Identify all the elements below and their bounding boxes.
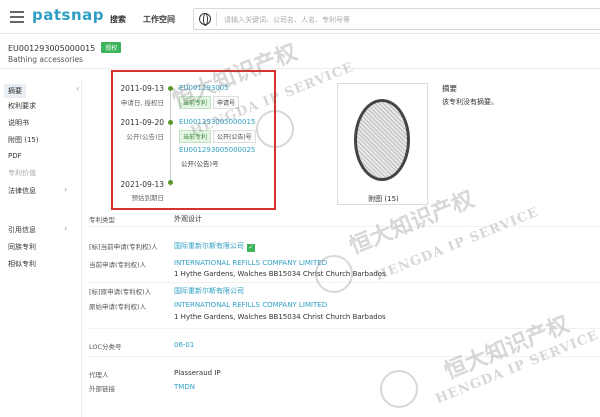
sidebar: 摘要 权利要求 说明书 附图 (15) PDF 专利价值 法律信息 › 引用信息…	[0, 78, 82, 417]
sidebar-item-similar[interactable]: 相似专利	[8, 259, 36, 269]
drawing-caption: 附图 (15)	[368, 195, 399, 203]
field-label: [标]原申请(专利权)人	[89, 288, 152, 296]
logo[interactable]: patsnap	[32, 6, 104, 24]
menu-icon[interactable]	[10, 11, 24, 23]
sidebar-item-family[interactable]: 同族专利	[8, 242, 36, 252]
top-bar: patsnap 搜索 工作空间 请输入关键词、公司名、人名、专利号等	[0, 0, 600, 34]
verified-icon: ✓	[247, 244, 255, 252]
divider	[0, 68, 600, 69]
chevron-right-icon[interactable]: ›	[64, 185, 67, 194]
external-link[interactable]: TMDN	[174, 383, 195, 391]
field-label: 原始申请(专利权)人	[89, 303, 147, 311]
sidebar-item-claims[interactable]: 权利要求	[8, 101, 36, 111]
field-label: 专利类型	[89, 216, 115, 224]
current-assignee-name[interactable]: 国际重新尔斯有限公司	[174, 242, 244, 250]
search-input[interactable]: 请输入关键词、公司名、人名、专利号等	[193, 8, 600, 30]
abstract-title: 摘要	[442, 84, 457, 93]
field-label: 当前申请(专利权)人	[89, 261, 147, 269]
current-assignee-link[interactable]: 国际重新尔斯有限公司 ✓	[174, 241, 255, 252]
field-label: 外部链接	[89, 385, 115, 393]
field-label: LOC分类号	[89, 343, 122, 351]
divider	[216, 12, 217, 26]
divider	[88, 282, 600, 283]
watermark: HENGDA IP SERVICE	[373, 204, 541, 285]
divider	[88, 226, 600, 227]
sidebar-item-drawings[interactable]: 附图 (15)	[8, 135, 39, 145]
collapse-sidebar-icon[interactable]: ‹	[76, 84, 79, 93]
patent-number-row: EU001293005000015 授权	[8, 42, 122, 53]
divider	[88, 356, 600, 357]
sidebar-item-abstract[interactable]: 摘要	[4, 84, 26, 98]
divider	[88, 328, 600, 329]
highlight-box	[111, 70, 276, 210]
drawing-thumbnail[interactable]: 附图 (15)	[337, 83, 428, 205]
watermark: 恒大知识产权	[440, 311, 573, 385]
sidebar-item-description[interactable]: 说明书	[8, 118, 29, 128]
watermark-seal	[380, 370, 418, 408]
search-placeholder: 请输入关键词、公司名、人名、专利号等	[224, 16, 350, 24]
original-assignee-link[interactable]: 国际重新尔斯有限公司	[174, 286, 244, 296]
original-assignee-address: 1 Hythe Gardens, Walches BB15034 Christ …	[174, 313, 386, 321]
nav-workspace[interactable]: 工作空间	[143, 14, 175, 25]
drawing-image	[354, 99, 410, 181]
agent-value: Plasseraud IP	[174, 369, 221, 377]
patent-title: Bathing accessories	[8, 55, 83, 64]
field-label: 代理人	[89, 371, 109, 379]
patent-type-value: 外观设计	[174, 215, 202, 223]
field-label: [标]当前申请(专利权)人	[89, 243, 158, 251]
watermark: HENGDA IP SERVICE	[433, 327, 600, 408]
current-assignee-name-en[interactable]: INTERNATIONAL REFILLS COMPANY LIMITED	[174, 259, 327, 267]
sidebar-item-citations[interactable]: 引用信息	[8, 225, 36, 235]
status-badge: 授权	[101, 42, 122, 53]
sidebar-item-patent-value: 专利价值	[8, 169, 36, 177]
globe-icon[interactable]	[199, 13, 211, 26]
sidebar-item-pdf[interactable]: PDF	[8, 152, 22, 160]
chevron-right-icon[interactable]: ›	[64, 224, 67, 233]
current-assignee-address: 1 Hythe Gardens, Walches BB15034 Christ …	[174, 270, 386, 278]
nav-search[interactable]: 搜索	[110, 14, 126, 25]
patent-number: EU001293005000015	[8, 44, 96, 53]
abstract-text: 该专利没有摘要。	[442, 98, 498, 106]
sidebar-item-legal[interactable]: 法律信息	[8, 186, 36, 196]
loc-class-link[interactable]: 06-01	[174, 341, 194, 349]
original-assignee-name-en[interactable]: INTERNATIONAL REFILLS COMPANY LIMITED	[174, 301, 327, 309]
